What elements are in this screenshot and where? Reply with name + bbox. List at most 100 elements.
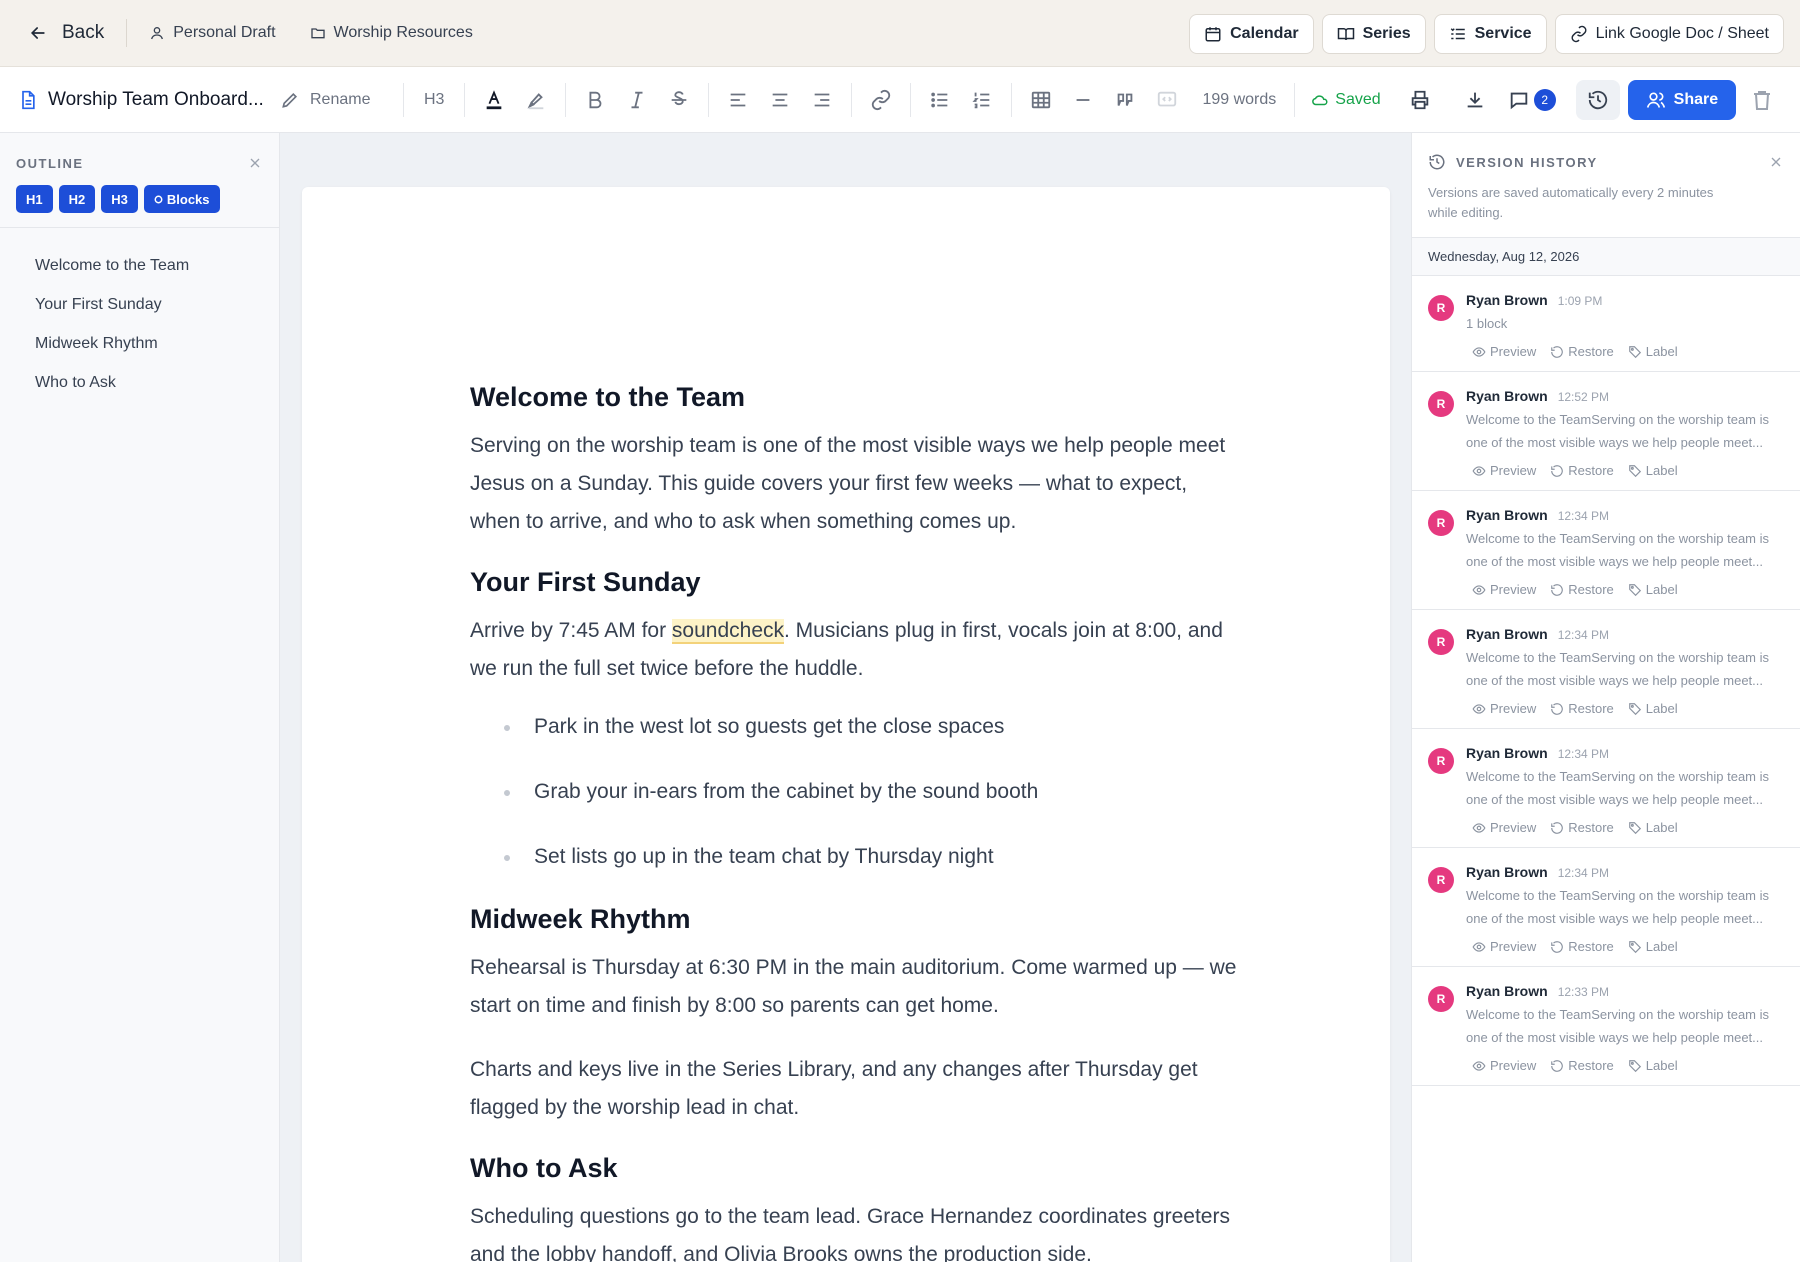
divider (464, 82, 466, 117)
service-button[interactable]: Service (1433, 14, 1547, 54)
preview-button[interactable]: Preview (1472, 820, 1536, 835)
version-author: Ryan Brown (1466, 745, 1548, 761)
highlighted-word[interactable]: soundcheck (671, 619, 784, 644)
share-button[interactable]: Share (1627, 79, 1737, 120)
calendar-button[interactable]: Calendar (1189, 14, 1314, 54)
table-icon (1032, 91, 1051, 108)
bullet-list-button[interactable] (922, 82, 958, 118)
insert-table-button[interactable] (1023, 82, 1059, 118)
version-item[interactable]: R Ryan Brown 12:34 PM Welcome to the TeamSe… (1412, 491, 1800, 610)
restore-button[interactable]: Restore (1550, 1058, 1614, 1073)
list-item: Grab your in-ears from the cabinet by th… (470, 775, 1240, 840)
preview-button[interactable]: Preview (1472, 1058, 1536, 1073)
eye-icon (1472, 941, 1486, 952)
chip-h2[interactable]: H2 (58, 185, 96, 213)
outline-item-first-sunday[interactable]: Your First Sunday (0, 285, 279, 324)
version-item[interactable]: R Ryan Brown 12:34 PM Welcome to the TeamSe… (1412, 610, 1800, 729)
person-icon (151, 27, 164, 40)
restore-button[interactable]: Restore (1550, 463, 1614, 478)
download-icon (1467, 92, 1482, 107)
save-status: Saved (1311, 90, 1381, 109)
version-details: Ryan Brown 12:34 PM Welcome to the TeamSer… (1466, 864, 1784, 954)
numbered-list-button[interactable] (964, 82, 1000, 118)
insert-link-button[interactable] (863, 82, 899, 118)
preview-button[interactable]: Preview (1472, 582, 1536, 597)
align-right-button[interactable] (804, 82, 840, 118)
version-history-note: Versions are saved automatically every 2… (1428, 185, 1714, 220)
text-color-button[interactable] (476, 82, 512, 118)
breadcrumb-personal-draft[interactable]: Personal Draft (149, 24, 276, 42)
breadcrumb-worship-resources[interactable]: Worship Resources (310, 24, 473, 42)
label-button[interactable]: Label (1628, 344, 1678, 359)
preview-button[interactable]: Preview (1472, 344, 1536, 359)
bold-button[interactable] (577, 82, 613, 118)
version-item[interactable]: R Ryan Brown 12:52 PM Welcome to the TeamSe… (1412, 372, 1800, 491)
close-icon[interactable] (247, 155, 263, 171)
version-item[interactable]: R Ryan Brown 12:34 PM Welcome to the TeamSe… (1412, 848, 1800, 967)
document-page[interactable]: Welcome to the Team Serving on the worsh… (302, 187, 1390, 1262)
version-history-button[interactable] (1575, 79, 1620, 120)
outline-list: Welcome to the Team Your First Sunday Mi… (0, 228, 279, 402)
align-left-icon (731, 93, 746, 106)
saved-label: Saved (1335, 90, 1381, 108)
label-button[interactable]: Label (1628, 1058, 1678, 1073)
align-right-icon (815, 93, 830, 106)
version-details: Ryan Brown 12:33 PM Welcome to the TeamSer… (1466, 983, 1784, 1073)
top-navigation-bar: Back Personal Draft Worship Resources Ca… (0, 0, 1800, 67)
label-button[interactable]: Label (1628, 582, 1678, 597)
link-google-doc-button[interactable]: Link Google Doc / Sheet (1554, 14, 1784, 54)
label-button[interactable]: Label (1628, 820, 1678, 835)
cloud-icon (1312, 94, 1328, 105)
version-actions: Preview Restore Label (1466, 701, 1784, 716)
preview-button[interactable]: Preview (1472, 701, 1536, 716)
version-author: Ryan Brown (1466, 388, 1548, 404)
chip-blocks[interactable]: Blocks (143, 185, 220, 213)
version-item[interactable]: R Ryan Brown 12:33 PM Welcome to the TeamSe… (1412, 967, 1800, 1086)
restore-button[interactable]: Restore (1550, 701, 1614, 716)
document-content[interactable]: Welcome to the Team Serving on the worsh… (470, 382, 1240, 1262)
version-item[interactable]: R Ryan Brown 1:09 PM 1 block Preview Restore L… (1412, 276, 1800, 372)
avatar: R (1428, 986, 1454, 1012)
numbered-list-icon (972, 92, 990, 108)
outline-item-welcome[interactable]: Welcome to the Team (0, 246, 279, 285)
print-button[interactable] (1402, 82, 1438, 118)
label-button[interactable]: Label (1628, 939, 1678, 954)
quote-button[interactable] (1107, 82, 1143, 118)
outline-item-midweek-rhythm[interactable]: Midweek Rhythm (0, 324, 279, 363)
preview-button[interactable]: Preview (1472, 939, 1536, 954)
series-button[interactable]: Series (1321, 14, 1426, 54)
trash-icon[interactable] (1750, 88, 1774, 112)
align-left-button[interactable] (720, 82, 756, 118)
tag-icon (1628, 940, 1641, 953)
chip-h1[interactable]: H1 (16, 185, 53, 213)
chip-h3[interactable]: H3 (101, 185, 138, 213)
close-icon[interactable] (1768, 154, 1784, 170)
link-icon (1571, 25, 1587, 43)
highlight-color-button[interactable] (518, 82, 554, 118)
divider (565, 82, 567, 117)
text-color-icon (487, 89, 502, 109)
printer-icon (1411, 90, 1428, 109)
preview-button[interactable]: Preview (1472, 463, 1536, 478)
version-time: 12:34 PM (1557, 866, 1610, 880)
heading-level-select[interactable]: H3 (412, 91, 456, 109)
comments-button[interactable]: 2 (1508, 88, 1556, 111)
align-center-button[interactable] (762, 82, 798, 118)
strikethrough-button[interactable] (661, 82, 697, 118)
horizontal-rule-button[interactable] (1065, 82, 1101, 118)
restore-button[interactable]: Restore (1550, 939, 1614, 954)
download-button[interactable] (1457, 82, 1493, 118)
restore-button[interactable]: Restore (1550, 820, 1614, 835)
book-icon (1337, 28, 1354, 41)
italic-button[interactable] (619, 82, 655, 118)
restore-icon (1551, 702, 1564, 715)
embed-button[interactable] (1149, 82, 1185, 118)
rename-button[interactable]: Rename (280, 90, 395, 110)
restore-button[interactable]: Restore (1550, 582, 1614, 597)
outline-item-who-to-ask[interactable]: Who to Ask (0, 363, 279, 402)
restore-button[interactable]: Restore (1550, 344, 1614, 359)
back-button[interactable]: Back (28, 22, 104, 44)
label-button[interactable]: Label (1628, 701, 1678, 716)
version-item[interactable]: R Ryan Brown 12:34 PM Welcome to the TeamSe… (1412, 729, 1800, 848)
label-button[interactable]: Label (1628, 463, 1678, 478)
